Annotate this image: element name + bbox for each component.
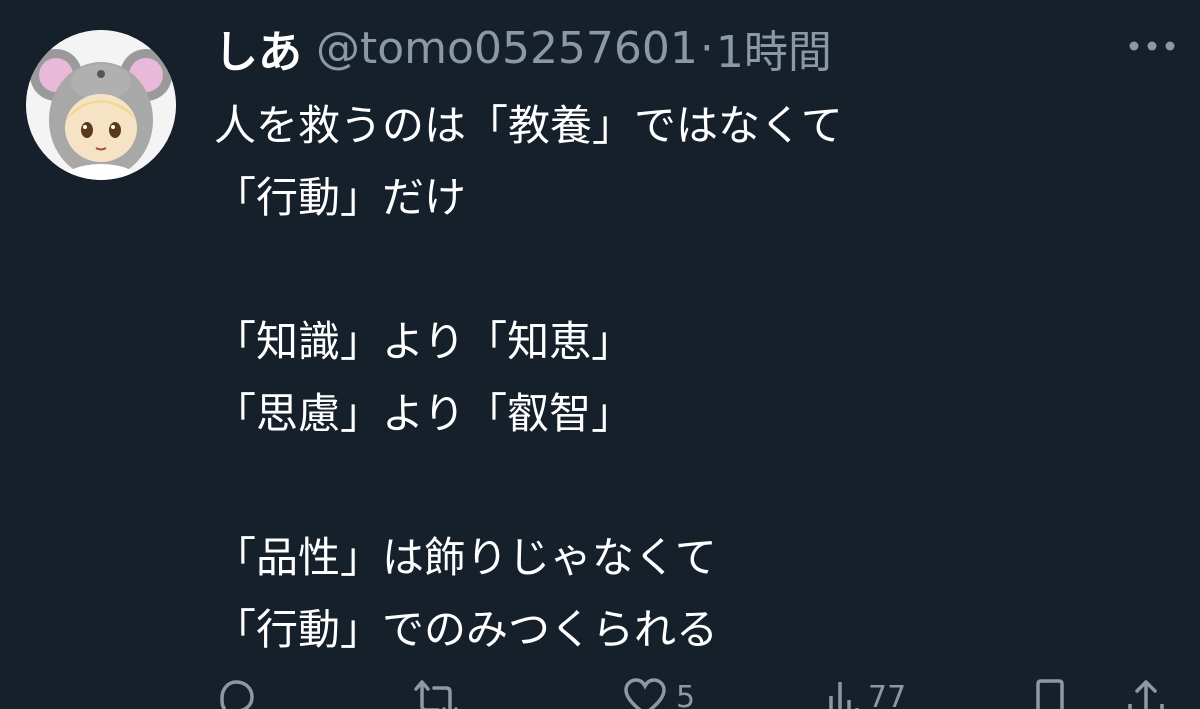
timestamp[interactable]: 1時間 (716, 16, 832, 80)
bookmark-button[interactable] (1034, 678, 1074, 709)
tweet-line: 人を救うのは「教養」ではなくて (214, 101, 843, 150)
retweet-button[interactable] (412, 678, 468, 709)
bookmark-icon (1036, 679, 1064, 709)
tweet-line: 「知識」より「知恵」 (214, 317, 634, 366)
mouse-avatar-icon (26, 30, 176, 180)
action-bar: 5 77 (0, 668, 1200, 709)
tweet-header: しあ @tomo05257601 · 1時間 (214, 20, 832, 79)
like-count: 5 (676, 680, 696, 709)
tweet-line: 「思慮」より「叡智」 (214, 389, 634, 438)
tweet-line (214, 450, 1174, 522)
user-handle[interactable]: @tomo05257601 (316, 23, 698, 74)
avatar[interactable] (26, 30, 176, 180)
more-options-button[interactable] (1126, 38, 1182, 54)
tweet-line: 「行動」でのみつくられる (214, 605, 719, 654)
reply-button[interactable] (214, 678, 266, 709)
tweet-line: 「行動」だけ (214, 173, 467, 222)
heart-icon (624, 678, 666, 709)
tweet-text: 人を救うのは「教養」ではなくて 「行動」だけ 「知識」より「知恵」 「思慮」より… (214, 90, 1174, 666)
retweet-icon (414, 680, 458, 709)
tweet[interactable]: しあ @tomo05257601 · 1時間 人を救うのは「教養」ではなくて 「… (0, 0, 1200, 709)
share-icon (1128, 680, 1164, 709)
views-icon (829, 682, 859, 709)
tweet-line (214, 234, 1174, 306)
tweet-line: 「品性」は飾りじゃなくて (214, 533, 717, 582)
like-button[interactable]: 5 (622, 678, 695, 709)
views-button[interactable]: 77 (826, 678, 906, 709)
separator-dot: · (699, 22, 714, 74)
more-icon (1129, 41, 1175, 51)
display-name[interactable]: しあ (214, 16, 302, 80)
share-button[interactable] (1126, 678, 1174, 709)
views-count: 77 (868, 680, 907, 709)
reply-icon (220, 680, 254, 709)
